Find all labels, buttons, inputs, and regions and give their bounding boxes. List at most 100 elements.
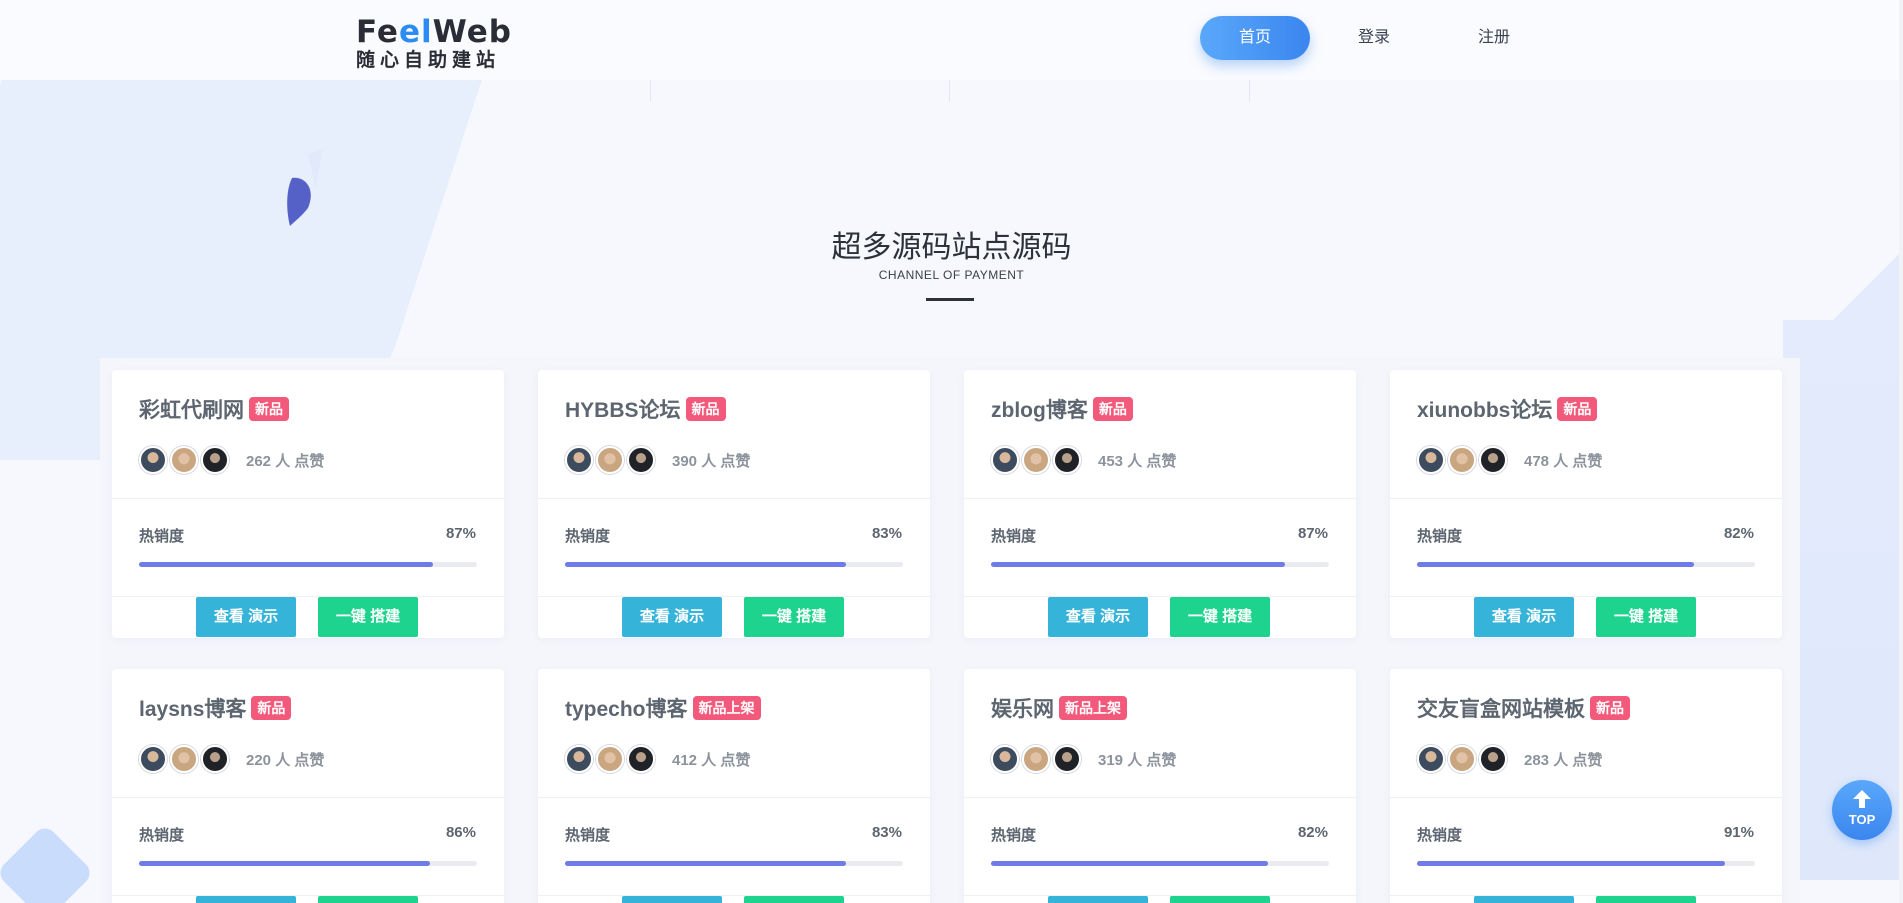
nav-login[interactable]: 登录 [1324,16,1424,60]
avatar-group [139,446,232,474]
heat-label: 热销度 [1417,528,1463,545]
avatar [139,446,167,474]
new-badge: 新品 [251,696,292,720]
heat-progress-fill [139,562,434,567]
avatar [170,446,198,474]
avatar [596,446,624,474]
avatar-group [565,446,658,474]
divider [1390,895,1782,896]
site-header: FeelWeb 随心自助建站 首页 登录 注册 [0,0,1903,80]
heat-progress-bar [1417,861,1755,866]
product-name[interactable]: 彩虹代刷网 新品 [139,394,289,424]
divider [964,797,1356,798]
product-name[interactable]: 交友盲盒网站模板 新品 [1417,693,1630,723]
view-demo-button[interactable]: 查看 演示 [196,597,296,637]
avatar [1022,745,1050,773]
product-name[interactable]: laysns博客 新品 [139,693,292,723]
product-name[interactable]: HYBBS论坛 新品 [565,394,726,424]
view-demo-button[interactable]: 查看 演示 [1048,597,1148,637]
view-demo-button[interactable]: 查看 演示 [622,896,722,903]
avatar [565,446,593,474]
scrollbar[interactable] [1899,0,1903,903]
product-name[interactable]: typecho博客 新品上架 [565,693,761,723]
product-name[interactable]: 娱乐网 新品上架 [991,693,1127,723]
new-badge: 新品上架 [1059,696,1127,720]
heat-label: 热销度 [565,827,611,844]
divider [538,498,930,499]
view-demo-button[interactable]: 查看 演示 [622,597,722,637]
one-click-build-button[interactable]: 一键 搭建 [1170,896,1270,903]
nav-home[interactable]: 首页 [1200,16,1310,60]
product-card: xiunobbs论坛 新品 478 人 点赞 热销度 82% 查看 演示 一键 搭建 [1390,370,1782,638]
heat-label: 热销度 [565,528,611,545]
likes-count: 390 人 点赞 [672,453,751,470]
heat-progress-fill [565,861,846,866]
heat-progress-bar [139,562,477,567]
view-demo-button[interactable]: 查看 演示 [1048,896,1148,903]
heat-progress-fill [1417,861,1725,866]
arrow-up-icon [1853,790,1871,808]
product-card: zblog博客 新品 453 人 点赞 热销度 87% 查看 演示 一键 搭建 [964,370,1356,638]
new-badge: 新品 [249,397,289,421]
divider [650,80,651,102]
likes-count: 453 人 点赞 [1098,453,1177,470]
heat-value: 87% [445,525,476,542]
view-demo-button[interactable]: 查看 演示 [1474,896,1574,903]
new-badge: 新品 [1590,696,1630,720]
heat-value: 83% [871,525,902,542]
avatar [627,745,655,773]
avatar-group [991,745,1084,773]
logo-subtitle: 随心自助建站 [356,50,501,71]
product-name[interactable]: zblog博客 新品 [991,394,1133,424]
avatar [1417,446,1445,474]
view-demo-button[interactable]: 查看 演示 [196,896,296,903]
avatar [596,745,624,773]
back-to-top-button[interactable]: TOP [1832,780,1892,840]
avatar-group [991,446,1084,474]
one-click-build-button[interactable]: 一键 搭建 [318,597,418,637]
heat-value: 82% [1297,824,1328,841]
new-badge: 新品 [1557,397,1598,421]
avatar-group [139,745,232,773]
heat-progress-bar [991,861,1329,866]
avatar [565,745,593,773]
divider [964,498,1356,499]
divider [538,596,930,597]
avatar [1417,745,1445,773]
avatar [1053,745,1081,773]
product-card: 交友盲盒网站模板新品 283 人 点赞热销度 91% 查看 演示 一键 搭建 [1390,669,1782,903]
heat-progress-fill [139,861,430,866]
avatar [1448,446,1476,474]
section-underline [926,298,974,301]
divider [112,895,504,896]
avatar [627,446,655,474]
logo-title: FeelWeb [356,14,512,50]
divider [1390,498,1782,499]
heat-progress-bar [1417,562,1755,567]
view-demo-button[interactable]: 查看 演示 [1474,597,1574,637]
avatar [139,745,167,773]
avatar [1479,745,1507,773]
one-click-build-button[interactable]: 一键 搭建 [744,896,844,903]
divider [964,596,1356,597]
heat-label: 热销度 [139,827,185,844]
likes-count: 220 人 点赞 [246,752,325,769]
one-click-build-button[interactable]: 一键 搭建 [1170,597,1270,637]
likes-count: 319 人 点赞 [1098,752,1177,769]
product-card: HYBBS论坛 新品 390 人 点赞热销度 83% 查看 演示 一键 搭建 [538,370,930,638]
one-click-build-button[interactable]: 一键 搭建 [318,896,418,903]
heat-progress-bar [565,861,903,866]
nav-register[interactable]: 注册 [1444,16,1544,60]
divider [1249,80,1250,102]
product-name[interactable]: xiunobbs论坛 新品 [1417,394,1598,424]
divider [112,797,504,798]
logo[interactable]: FeelWeb 随心自助建站 [356,14,512,71]
one-click-build-button[interactable]: 一键 搭建 [1596,896,1696,903]
avatar [1448,745,1476,773]
back-to-top-label: TOP [1848,812,1876,827]
heat-value: 91% [1723,824,1754,841]
one-click-build-button[interactable]: 一键 搭建 [1596,597,1696,637]
product-card: laysns博客新品 220 人 点赞热销度 86% 查看 演示 一键 搭建 [112,669,504,903]
one-click-build-button[interactable]: 一键 搭建 [744,597,844,637]
heat-label: 热销度 [1417,827,1463,844]
